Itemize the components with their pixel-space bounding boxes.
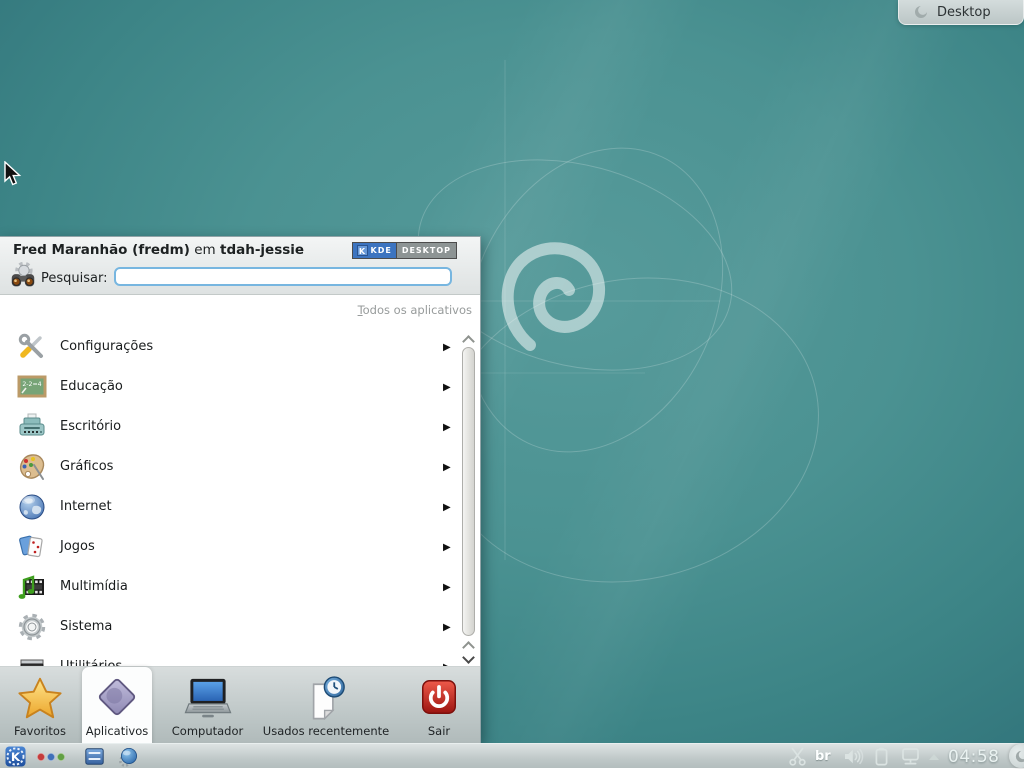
bottom-panel: K xyxy=(0,743,1024,768)
user-name: Fred Maranhão (fredm) xyxy=(13,242,190,258)
all-applications-breadcrumb[interactable]: Todos os aplicativos xyxy=(358,303,472,317)
badge-kde-text: KDE xyxy=(371,246,392,255)
search-input[interactable] xyxy=(114,267,452,286)
mouse-cursor xyxy=(3,161,22,188)
scrollbar-handle[interactable] xyxy=(462,347,475,636)
clipboard-klipper-tray[interactable] xyxy=(789,744,806,769)
title-connector: em xyxy=(194,242,215,258)
host-name: tdah-jessie xyxy=(220,242,304,258)
settings-tools-icon xyxy=(16,331,48,363)
activities-dots-icon[interactable] xyxy=(36,744,66,769)
recent-clock-document-icon xyxy=(303,676,349,720)
star-icon xyxy=(17,676,63,720)
submenu-arrow-icon xyxy=(443,527,451,567)
clipboard-scissors-icon xyxy=(789,747,806,766)
user-host-title: Fred Maranhão (fredm) em tdah-jessie xyxy=(13,242,304,258)
category-internet[interactable]: Internet xyxy=(0,487,460,527)
plasma-cashew-icon xyxy=(913,4,929,20)
scroll-up-icon[interactable] xyxy=(462,335,475,348)
category-utilitarios[interactable]: Utilitários xyxy=(0,647,460,666)
volume-tray[interactable] xyxy=(843,744,864,769)
category-configuracoes[interactable]: Configurações xyxy=(0,327,460,367)
education-chalkboard-icon: 2-2=4 xyxy=(16,371,48,403)
toolbox-label: Desktop xyxy=(937,5,991,20)
kickoff-launcher-menu: Fred Maranhão (fredm) em tdah-jessie K K… xyxy=(0,236,481,743)
multimedia-note-icon xyxy=(16,571,48,603)
kickoff-header: Fred Maranhão (fredm) em tdah-jessie K K… xyxy=(0,237,480,295)
category-sistema[interactable]: Sistema xyxy=(0,607,460,647)
tab-computador[interactable]: Computador xyxy=(160,667,255,745)
search-binoculars-icon xyxy=(8,261,38,291)
system-gear-icon xyxy=(16,611,48,643)
scroll-down-icon[interactable] xyxy=(462,651,475,664)
keyboard-layout-indicator[interactable]: br xyxy=(815,744,831,769)
battery-tray[interactable] xyxy=(874,744,889,769)
three-dots-icon xyxy=(36,752,66,762)
list-scrollbar[interactable] xyxy=(461,333,477,666)
category-educacao[interactable]: 2-2=4 Educação xyxy=(0,367,460,407)
applications-diamond-icon xyxy=(96,676,138,718)
category-jogos[interactable]: Jogos xyxy=(0,527,460,567)
graphics-palette-icon xyxy=(16,451,48,483)
plasma-cashew-icon xyxy=(1014,749,1024,764)
battery-icon xyxy=(874,747,889,766)
kde-menu-icon: K xyxy=(5,746,26,767)
desktop-toolbox[interactable]: Desktop xyxy=(898,0,1024,25)
tab-usados-recentemente[interactable]: Usados recentemente xyxy=(262,667,390,745)
submenu-arrow-icon xyxy=(443,367,451,407)
search-label: Pesquisar: xyxy=(41,271,108,286)
submenu-arrow-icon xyxy=(443,647,451,666)
submenu-arrow-icon xyxy=(443,567,451,607)
speaker-volume-icon xyxy=(843,748,864,765)
office-typewriter-icon xyxy=(16,411,48,443)
svg-text:K: K xyxy=(11,750,21,764)
submenu-arrow-icon xyxy=(443,407,451,447)
folder-drawer-launcher[interactable] xyxy=(85,744,104,769)
badge-desktop-text: DESKTOP xyxy=(396,243,456,258)
tab-aplicativos[interactable]: Aplicativos xyxy=(82,667,152,745)
submenu-arrow-icon xyxy=(443,327,451,367)
category-multimidia[interactable]: Multimídia xyxy=(0,567,460,607)
games-cards-icon xyxy=(16,531,48,563)
display-device-tray[interactable] xyxy=(901,744,920,769)
tray-expander[interactable] xyxy=(929,744,939,769)
utilities-drawer-icon xyxy=(16,651,48,666)
category-graficos[interactable]: Gráficos xyxy=(0,447,460,487)
tab-sair[interactable]: Sair xyxy=(398,667,480,745)
globe-gear-launcher[interactable] xyxy=(118,744,138,769)
display-monitor-icon xyxy=(901,747,920,766)
tray-expander-arrow-icon xyxy=(929,754,939,760)
tab-favoritos[interactable]: Favoritos xyxy=(0,667,80,745)
submenu-arrow-icon xyxy=(443,447,451,487)
category-escritorio[interactable]: Escritório xyxy=(0,407,460,447)
internet-globe-icon xyxy=(16,491,48,523)
kde-desktop-badge: K KDE DESKTOP xyxy=(352,242,458,259)
globe-gear-icon xyxy=(118,747,138,767)
leave-power-icon xyxy=(419,676,459,718)
kickoff-launcher-button[interactable]: K xyxy=(5,744,26,769)
computer-laptop-icon xyxy=(184,676,232,720)
svg-text:2-2=4: 2-2=4 xyxy=(22,381,41,388)
category-list: Todos os aplicativos Configurações 2-2=4… xyxy=(0,295,480,666)
kickoff-tab-bar: Favoritos Aplicativos Computador xyxy=(0,666,480,744)
folder-drawer-icon xyxy=(85,748,104,765)
digital-clock[interactable]: 04:58 xyxy=(948,744,1000,769)
submenu-arrow-icon xyxy=(443,607,451,647)
submenu-arrow-icon xyxy=(443,487,451,527)
kde-gear-icon: K xyxy=(357,245,368,256)
